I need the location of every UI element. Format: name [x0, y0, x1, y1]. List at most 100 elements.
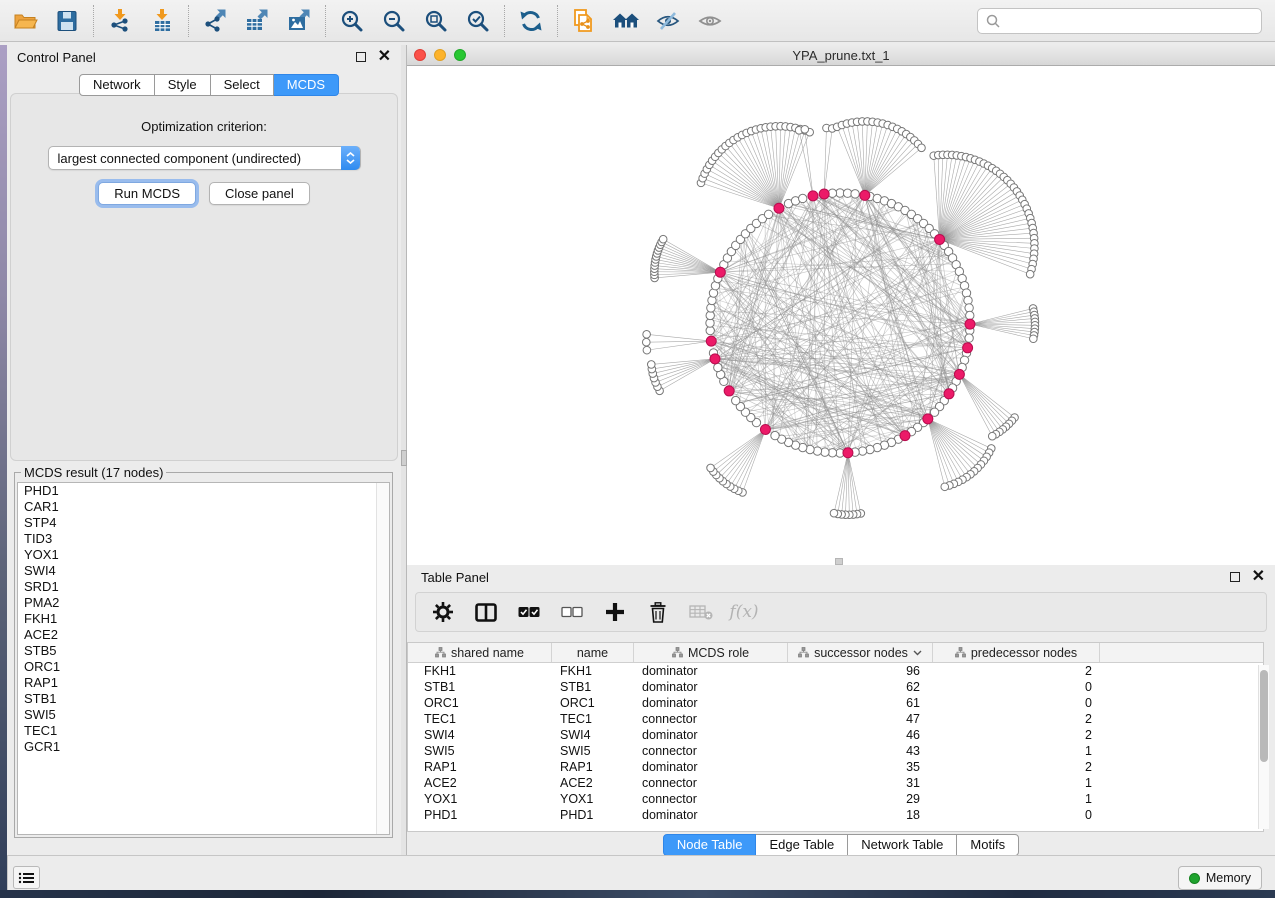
function-builder-button[interactable]: f(x) — [731, 599, 757, 625]
column-header-successor-nodes[interactable]: successor nodes — [788, 643, 933, 662]
table-cell[interactable]: ACE2 — [408, 776, 552, 790]
network-node[interactable] — [643, 330, 651, 338]
mcds-result-item[interactable]: CAR1 — [18, 499, 389, 515]
mcds-hub-node[interactable] — [706, 336, 716, 346]
table-cell[interactable]: STB1 — [408, 680, 552, 694]
table-row[interactable]: PHD1PHD1dominator180 — [408, 807, 1264, 823]
run-mcds-button[interactable]: Run MCDS — [98, 182, 196, 205]
table-row[interactable]: ACE2ACE2connector311 — [408, 775, 1264, 791]
save-session-button[interactable] — [46, 3, 88, 39]
close-panel-icon[interactable]: ✕ — [378, 52, 391, 62]
mcds-hub-node[interactable] — [923, 414, 933, 424]
mcds-hub-node[interactable] — [808, 191, 818, 201]
mcds-result-item[interactable]: SWI5 — [18, 707, 389, 723]
search-box[interactable] — [977, 8, 1262, 34]
show-panels-list-button[interactable] — [13, 866, 40, 889]
mcds-hub-node[interactable] — [963, 343, 973, 353]
memory-button[interactable]: Memory — [1178, 866, 1262, 890]
mcds-hub-node[interactable] — [819, 189, 829, 199]
table-cell[interactable]: connector — [634, 712, 788, 726]
table-cell[interactable]: FKH1 — [408, 664, 552, 678]
mcds-result-item[interactable]: YOX1 — [18, 547, 389, 563]
network-node[interactable] — [1030, 335, 1038, 343]
first-neighbors-button[interactable] — [605, 3, 647, 39]
table-cell[interactable]: 31 — [788, 776, 933, 790]
network-node[interactable] — [851, 190, 859, 198]
hide-selected-button[interactable] — [647, 3, 689, 39]
zoom-fit-button[interactable] — [415, 3, 457, 39]
table-cell[interactable]: SWI4 — [408, 728, 552, 742]
network-node[interactable] — [732, 396, 740, 404]
column-header-shared-name[interactable]: shared name — [408, 643, 552, 662]
table-cell[interactable]: 29 — [788, 792, 933, 806]
mcds-result-item[interactable]: STB1 — [18, 691, 389, 707]
network-node[interactable] — [1026, 270, 1034, 278]
float-panel-icon[interactable] — [356, 52, 366, 62]
table-cell[interactable]: 1 — [933, 792, 1100, 806]
mcds-result-item[interactable]: PHD1 — [18, 483, 389, 499]
select-all-columns-button[interactable] — [516, 599, 542, 625]
table-cell[interactable]: 61 — [788, 696, 933, 710]
table-scrollbar-thumb[interactable] — [1260, 670, 1268, 762]
mcds-result-item[interactable]: GCR1 — [18, 739, 389, 755]
table-cell[interactable]: ORC1 — [552, 696, 634, 710]
mcds-result-item[interactable]: FKH1 — [18, 611, 389, 627]
network-node[interactable] — [799, 194, 807, 202]
mcds-hub-node[interactable] — [860, 190, 870, 200]
tab-node-table[interactable]: Node Table — [663, 834, 757, 856]
table-cell[interactable]: 0 — [933, 808, 1100, 822]
column-header-MCDS-role[interactable]: MCDS role — [634, 643, 788, 662]
tab-style[interactable]: Style — [155, 74, 211, 96]
table-row[interactable]: SWI5SWI5connector431 — [408, 743, 1264, 759]
table-cell[interactable]: connector — [634, 776, 788, 790]
mcds-hub-node[interactable] — [724, 386, 734, 396]
import-network-button[interactable] — [99, 3, 141, 39]
table-cell[interactable]: 35 — [788, 760, 933, 774]
network-node[interactable] — [830, 509, 838, 517]
table-cell[interactable]: dominator — [634, 680, 788, 694]
table-scrollbar[interactable] — [1258, 665, 1269, 829]
zoom-selected-button[interactable] — [457, 3, 499, 39]
delete-table-button[interactable] — [688, 599, 714, 625]
table-cell[interactable]: RAP1 — [552, 760, 634, 774]
tab-select[interactable]: Select — [211, 74, 274, 96]
add-column-button[interactable] — [602, 599, 628, 625]
settings-gear-button[interactable] — [430, 599, 456, 625]
export-image-button[interactable] — [278, 3, 320, 39]
mcds-result-item[interactable]: ACE2 — [18, 627, 389, 643]
mcds-hub-node[interactable] — [774, 203, 784, 213]
network-node[interactable] — [965, 334, 973, 342]
import-table-button[interactable] — [141, 3, 183, 39]
network-node[interactable] — [707, 464, 715, 472]
mcds-hub-node[interactable] — [965, 319, 975, 329]
table-cell[interactable]: ACE2 — [552, 776, 634, 790]
tab-mcds[interactable]: MCDS — [274, 74, 339, 96]
tab-edge-table[interactable]: Edge Table — [756, 834, 848, 856]
tab-motifs[interactable]: Motifs — [957, 834, 1019, 856]
table-row[interactable]: ORC1ORC1dominator610 — [408, 695, 1264, 711]
show-all-button[interactable] — [689, 3, 731, 39]
close-panel-icon[interactable]: ✕ — [1252, 572, 1265, 582]
table-cell[interactable]: 96 — [788, 664, 933, 678]
export-network-button[interactable] — [194, 3, 236, 39]
split-columns-button[interactable] — [473, 599, 499, 625]
mcds-result-list[interactable]: PHD1CAR1STP4TID3YOX1SWI4SRD1PMA2FKH1ACE2… — [17, 482, 390, 835]
network-node[interactable] — [771, 431, 779, 439]
table-cell[interactable]: 0 — [933, 696, 1100, 710]
table-cell[interactable]: dominator — [634, 808, 788, 822]
network-node[interactable] — [714, 363, 722, 371]
search-input[interactable] — [1006, 14, 1253, 29]
network-node[interactable] — [642, 338, 650, 346]
mcds-hub-node[interactable] — [710, 354, 720, 364]
network-node[interactable] — [647, 361, 655, 369]
mcds-hub-node[interactable] — [954, 369, 964, 379]
mcds-hub-node[interactable] — [944, 389, 954, 399]
table-cell[interactable]: 18 — [788, 808, 933, 822]
float-panel-icon[interactable] — [1230, 572, 1240, 582]
criterion-select[interactable]: largest connected component (undirected) — [48, 146, 361, 170]
table-cell[interactable]: dominator — [634, 664, 788, 678]
table-cell[interactable]: YOX1 — [552, 792, 634, 806]
table-cell[interactable]: 1 — [933, 744, 1100, 758]
column-header-predecessor-nodes[interactable]: predecessor nodes — [933, 643, 1100, 662]
table-cell[interactable]: FKH1 — [552, 664, 634, 678]
